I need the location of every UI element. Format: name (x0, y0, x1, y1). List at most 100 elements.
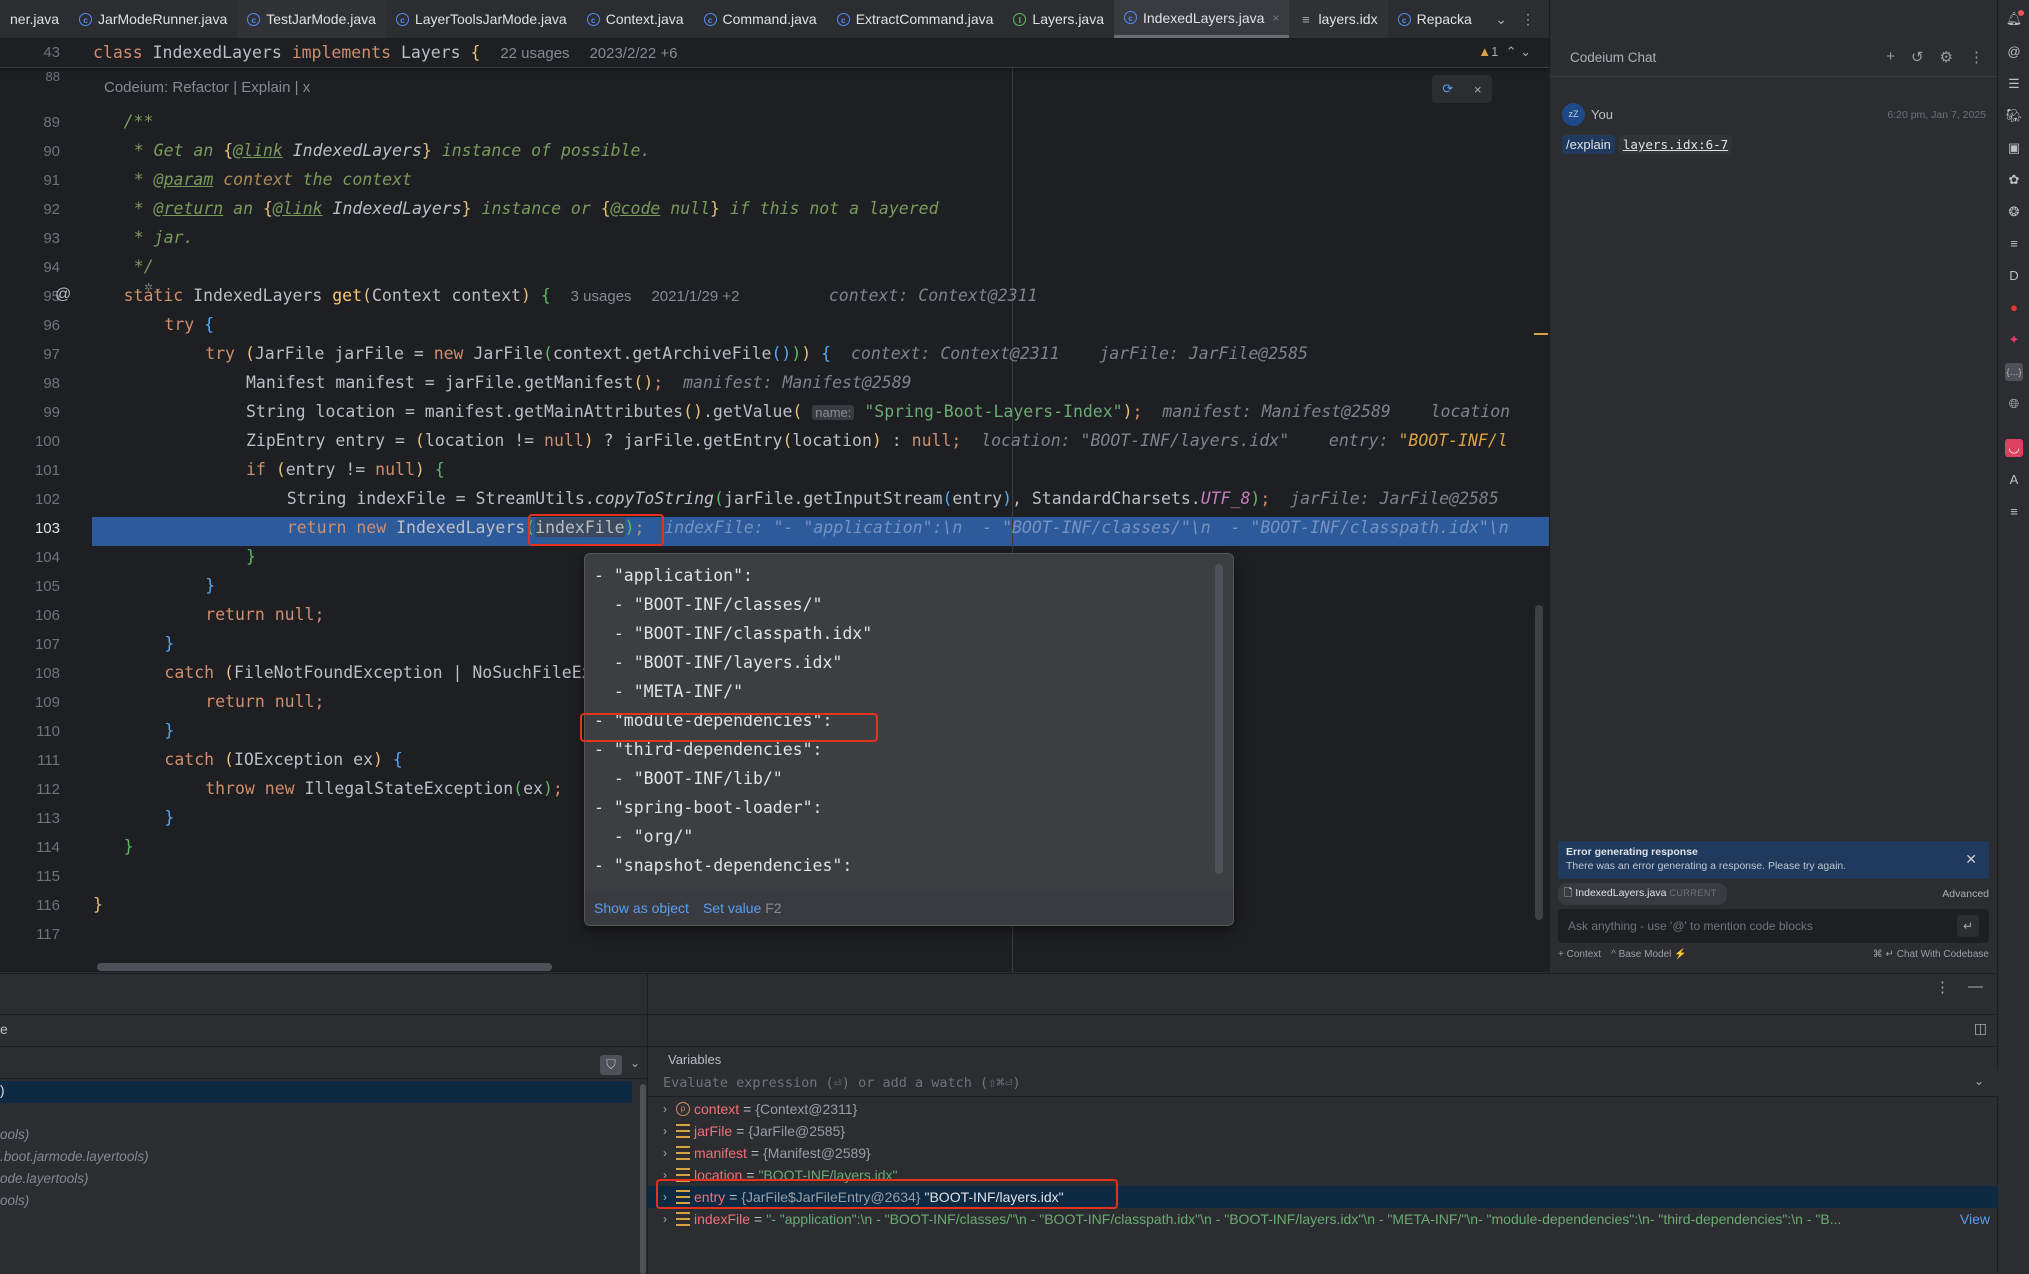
tab-runner[interactable]: ner.java (0, 0, 69, 38)
code-line[interactable]: * @return an {@link IndexedLayers} insta… (134, 199, 939, 218)
tab-layers[interactable]: I Layers.java (1003, 0, 1114, 38)
tab-layertoolsjarmode[interactable]: c LayerToolsJarMode.java (386, 0, 577, 38)
line-number[interactable]: 89 (0, 114, 60, 131)
editor-vertical-scrollbar[interactable] (1535, 605, 1543, 920)
implements-marker-icon[interactable]: @ (55, 286, 71, 304)
line-number[interactable]: 115 (0, 868, 60, 885)
redis-icon[interactable]: ≡ (2005, 235, 2023, 253)
frame-row-selected[interactable] (0, 1081, 632, 1103)
line-number[interactable]: 92 (0, 201, 60, 218)
file-reference-link[interactable]: layers.idx:6-7 (1618, 135, 1733, 154)
code-line[interactable]: } (164, 721, 174, 740)
variable-row[interactable]: › p context = {Context@2311} (648, 1098, 1998, 1120)
frame-item[interactable]: ) (0, 1083, 5, 1098)
code-line[interactable]: return null; (205, 605, 324, 624)
gradle-icon[interactable]: 🐘︎ (2005, 107, 2023, 125)
new-chat-icon[interactable]: + (1886, 48, 1895, 66)
vcs-annotation[interactable]: 2021/1/29 +2 (651, 288, 739, 305)
json-icon[interactable]: {…} (2005, 363, 2023, 381)
line-number[interactable]: 110 (0, 723, 60, 740)
line-number[interactable]: 97 (0, 346, 60, 363)
close-icon[interactable]: ✕ (1965, 851, 1977, 868)
history-icon[interactable]: ↺ (1911, 48, 1924, 66)
line-number[interactable]: 105 (0, 578, 60, 595)
code-line[interactable]: } (164, 634, 174, 653)
frame-item[interactable]: .boot.jarmode.layertools) (0, 1149, 149, 1164)
advanced-button[interactable]: Advanced (1942, 888, 1989, 900)
line-number[interactable]: 102 (0, 491, 60, 508)
add-context-button[interactable]: + Context (1558, 949, 1601, 960)
openai-icon[interactable]: ❂ (2005, 203, 2023, 221)
tab-jarmoderunner[interactable]: c JarModeRunner.java (69, 0, 237, 38)
line-number[interactable]: 94 (0, 259, 60, 276)
tab-layers-idx[interactable]: ≡ layers.idx (1289, 0, 1388, 38)
line-number[interactable]: 91 (0, 172, 60, 189)
database-icon[interactable]: ☰ (2005, 75, 2023, 93)
chat-input[interactable]: Ask anything - use '@' to mention code b… (1558, 909, 1989, 943)
sticky-class-header[interactable]: 43 class IndexedLayers implements Layers… (0, 39, 1549, 68)
codeium-codelens[interactable]: Codeium: Refactor | Explain | x (104, 79, 310, 96)
line-number[interactable]: 101 (0, 462, 60, 479)
line-number[interactable]: 93 (0, 230, 60, 247)
popup-scrollbar[interactable] (1215, 564, 1223, 874)
code-line[interactable]: return null; (205, 692, 324, 711)
ninja-icon[interactable]: ● (2005, 299, 2023, 317)
line-number[interactable]: 99 (0, 404, 60, 421)
spark-icon[interactable]: ✦ (2005, 331, 2023, 349)
expand-chevron-icon[interactable]: › (656, 1212, 674, 1226)
line-number[interactable]: 96 (0, 317, 60, 334)
chevron-down-icon[interactable]: ⌄ (1974, 1074, 1984, 1088)
expand-chevron-icon[interactable]: › (656, 1124, 674, 1138)
line-number[interactable]: 100 (0, 433, 60, 450)
send-icon[interactable]: ↵ (1957, 915, 1979, 937)
line-number[interactable]: 112 (0, 781, 60, 798)
code-line[interactable]: catch (IOException ex) { (164, 750, 402, 769)
frame-item[interactable]: ode.layertools) (0, 1171, 89, 1186)
line-number[interactable]: 109 (0, 694, 60, 711)
variable-row[interactable]: › manifest = {Manifest@2589} (648, 1142, 1998, 1164)
inspection-widget[interactable]: ▲1 ⌃ ⌄ (1478, 44, 1531, 60)
code-line[interactable]: } (124, 837, 134, 856)
translate-book-icon[interactable]: A (2005, 471, 2023, 489)
frame-item[interactable]: ools) (0, 1127, 29, 1142)
tab-testjarmode[interactable]: c TestJarMode.java (237, 0, 386, 38)
variable-row[interactable]: › jarFile = {JarFile@2585} (648, 1120, 1998, 1142)
line-number[interactable]: 108 (0, 665, 60, 682)
evaluate-expression-input[interactable]: Evaluate expression (⏎) or add a watch (… (648, 1070, 1998, 1097)
line-number[interactable]: 104 (0, 549, 60, 566)
filter-icon[interactable]: ⛉ (600, 1055, 622, 1075)
line-number[interactable]: 107 (0, 636, 60, 653)
line-number[interactable]: 90 (0, 143, 60, 160)
ai-assistant-icon[interactable]: ✿ (2005, 171, 2023, 189)
code-line[interactable]: if (entry != null) { (246, 460, 445, 479)
show-as-object-link[interactable]: Show as object (594, 900, 689, 916)
tab-context[interactable]: c Context.java (577, 0, 694, 38)
code-line[interactable]: String location = manifest.getMainAttrib… (246, 402, 1510, 421)
tab-repackager[interactable]: c Repacka (1388, 0, 1482, 38)
code-line[interactable]: } (164, 808, 174, 827)
line-number[interactable]: 117 (0, 926, 60, 943)
code-line[interactable]: Manifest manifest = jarFile.getManifest(… (246, 373, 912, 392)
line-number[interactable]: 113 (0, 810, 60, 827)
line-number[interactable]: 111 (0, 752, 60, 769)
line-number[interactable]: 116 (0, 897, 60, 914)
line-number[interactable]: 106 (0, 607, 60, 624)
context-file-chip[interactable]: 🗋 IndexedLayers.java CURRENT (1558, 883, 1727, 905)
close-tab-icon[interactable]: × (1272, 11, 1279, 25)
expand-chevron-icon[interactable]: › (656, 1146, 674, 1160)
code-line[interactable]: try { (164, 315, 214, 334)
usages-count[interactable]: 3 usages (571, 288, 632, 305)
variable-row[interactable]: › indexFile = "- "application":\n - "BOOT-I… (648, 1208, 1998, 1230)
model-selector[interactable]: ^ Base Model ⚡ (1611, 949, 1687, 960)
line-number[interactable]: 95 (0, 288, 60, 305)
tab-indexedlayers[interactable]: c IndexedLayers.java × (1114, 0, 1290, 38)
more-vertical-icon[interactable]: ⋮ (1969, 48, 1984, 66)
code-line[interactable]: try (JarFile jarFile = new JarFile(conte… (205, 344, 1308, 363)
chevron-down-icon[interactable]: ⌄ (1495, 11, 1507, 28)
tab-extractcommand[interactable]: c ExtractCommand.java (827, 0, 1004, 38)
chevron-down-icon[interactable]: ⌄ (630, 1056, 640, 1070)
globe-icon[interactable]: 🌐︎ (2005, 395, 2023, 413)
code-line[interactable]: /** (124, 112, 154, 131)
code-line[interactable]: * jar. (134, 228, 194, 247)
code-line[interactable]: * Get an {@link IndexedLayers} instance … (134, 141, 651, 160)
